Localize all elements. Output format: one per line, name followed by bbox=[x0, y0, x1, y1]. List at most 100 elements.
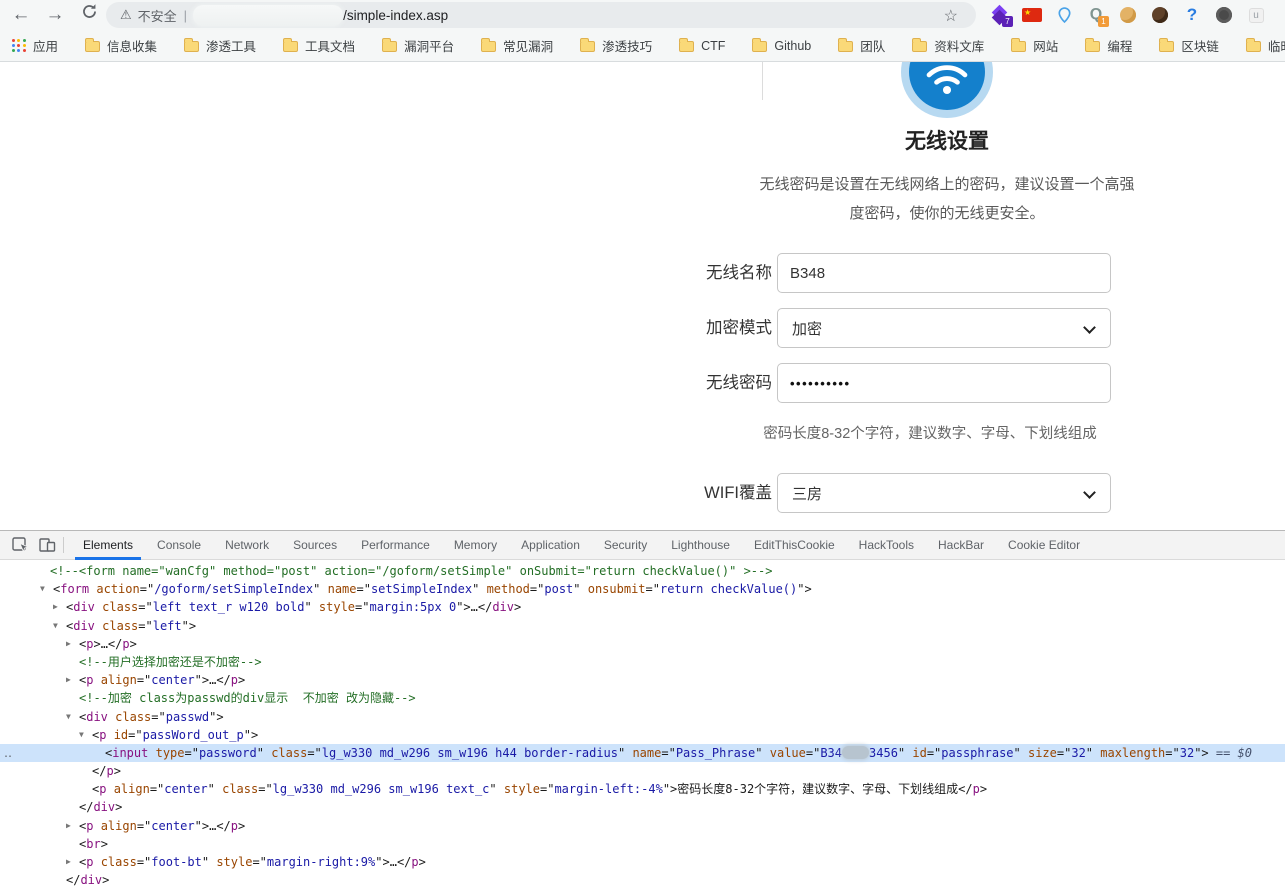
devtools-tab-memory[interactable]: Memory bbox=[442, 531, 509, 560]
bookmark-item[interactable]: 渗透技巧 bbox=[580, 36, 652, 55]
code-line[interactable]: <!--加密 class为passwd的div显示 不加密 改为隐藏--> bbox=[0, 689, 1285, 707]
bookmark-label: 常见漏洞 bbox=[503, 36, 553, 55]
expand-arrow-closed-icon[interactable]: ▶ bbox=[66, 635, 71, 653]
devtools-tab-cookie-editor[interactable]: Cookie Editor bbox=[996, 531, 1092, 560]
code-line[interactable]: <!--用户选择加密还是不加密--> bbox=[0, 653, 1285, 671]
q-extension-icon[interactable]: Q1 bbox=[1086, 4, 1106, 26]
devtools-tab-hackbar[interactable]: HackBar bbox=[926, 531, 996, 560]
inspect-element-icon[interactable] bbox=[8, 533, 34, 557]
devtools-tab-security[interactable]: Security bbox=[592, 531, 659, 560]
devtools-tab-application[interactable]: Application bbox=[509, 531, 592, 560]
device-toolbar-icon[interactable] bbox=[34, 533, 60, 557]
page-title: 无线设置 bbox=[647, 125, 1247, 155]
page-description: 无线密码是设置在无线网络上的密码，建议设置一个高强 度密码，使你的无线更安全。 bbox=[647, 170, 1247, 228]
toolbar-separator bbox=[63, 537, 64, 553]
expand-arrow-closed-icon[interactable]: ▶ bbox=[66, 853, 71, 871]
page-description-line1: 无线密码是设置在无线网络上的密码，建议设置一个高强 bbox=[647, 170, 1247, 199]
extension-badge: 7 bbox=[1002, 16, 1013, 27]
code-line[interactable]: ▶<p align="center">…</p> bbox=[0, 671, 1285, 689]
code-line[interactable]: ▼<p id="passWord_out_p"> bbox=[0, 726, 1285, 744]
bookmark-star-icon[interactable]: ☆ bbox=[944, 6, 958, 26]
encryption-mode-select[interactable]: 加密 bbox=[777, 308, 1111, 348]
devtools-tab-hacktools[interactable]: HackTools bbox=[847, 531, 926, 560]
cookie-light-extension-icon[interactable] bbox=[1118, 4, 1138, 26]
code-line[interactable]: ▼<form action="/goform/setSimpleIndex" n… bbox=[0, 580, 1285, 598]
help-extension-icon[interactable]: ? bbox=[1182, 4, 1202, 26]
bookmark-item[interactable]: 资料文库 bbox=[912, 36, 984, 55]
bookmark-item[interactable]: 临时 bbox=[1246, 36, 1285, 55]
expand-arrow-open-icon[interactable]: ▼ bbox=[40, 580, 45, 598]
wifi-coverage-select[interactable]: 三房 bbox=[777, 473, 1111, 513]
folder-icon bbox=[679, 41, 694, 52]
clipped-extension-icon[interactable] bbox=[1278, 4, 1285, 26]
code-line[interactable]: ▶<p align="center">…</p> bbox=[0, 817, 1285, 835]
ssid-input[interactable] bbox=[777, 253, 1111, 293]
bookmark-item[interactable]: 团队 bbox=[838, 36, 885, 55]
bookmark-item[interactable]: 工具文档 bbox=[283, 36, 355, 55]
folder-icon bbox=[1159, 41, 1174, 52]
bookmark-item[interactable]: 渗透工具 bbox=[184, 36, 256, 55]
code-line[interactable]: ▼<div class="left"> bbox=[0, 617, 1285, 635]
bookmark-label: 工具文档 bbox=[305, 36, 355, 55]
folder-icon bbox=[1011, 41, 1026, 52]
devtools-tab-elements[interactable]: Elements bbox=[71, 531, 145, 560]
bookmark-item[interactable]: 应用 bbox=[12, 36, 58, 55]
bookmark-item[interactable]: 漏洞平台 bbox=[382, 36, 454, 55]
devtools-tab-sources[interactable]: Sources bbox=[281, 531, 349, 560]
bookmark-item[interactable]: Github bbox=[752, 39, 811, 53]
code-line[interactable]: <br> bbox=[0, 835, 1285, 853]
folder-icon bbox=[580, 41, 595, 52]
code-line[interactable]: ▼<div class="passwd"> bbox=[0, 708, 1285, 726]
reload-icon[interactable] bbox=[76, 1, 102, 29]
bookmark-label: 网站 bbox=[1033, 36, 1058, 55]
devtools-tab-network[interactable]: Network bbox=[213, 531, 281, 560]
cookie-dark-extension-icon[interactable] bbox=[1150, 4, 1170, 26]
code-line[interactable]: ▶<p class="foot-bt" style="margin-right:… bbox=[0, 853, 1285, 871]
bookmark-item[interactable]: 信息收集 bbox=[85, 36, 157, 55]
bookmark-item[interactable]: 常见漏洞 bbox=[481, 36, 553, 55]
devtools-tab-lighthouse[interactable]: Lighthouse bbox=[659, 531, 742, 560]
folder-icon bbox=[283, 41, 298, 52]
expand-arrow-closed-icon[interactable]: ▶ bbox=[66, 671, 71, 689]
code-line[interactable]: ▶<div class="left text_r w120 bold" styl… bbox=[0, 598, 1285, 616]
wifi-password-input[interactable] bbox=[777, 363, 1111, 403]
bookmark-item[interactable]: 编程 bbox=[1085, 36, 1132, 55]
bookmark-item[interactable]: CTF bbox=[679, 39, 725, 53]
expand-arrow-open-icon[interactable]: ▼ bbox=[66, 708, 71, 726]
expand-arrow-open-icon[interactable]: ▼ bbox=[53, 617, 58, 635]
security-label: 不安全 bbox=[138, 6, 177, 25]
bookmark-item[interactable]: 区块链 bbox=[1159, 36, 1219, 55]
code-line[interactable]: <p align="center" class="lg_w330 md_w296… bbox=[0, 780, 1285, 798]
back-icon[interactable]: ← bbox=[8, 1, 34, 29]
bookmark-label: 漏洞平台 bbox=[404, 36, 454, 55]
code-line[interactable]: </div> bbox=[0, 871, 1285, 889]
code-line[interactable]: <!--<form name="wanCfg" method="post" ac… bbox=[0, 562, 1285, 580]
location-pin-extension-icon[interactable] bbox=[1054, 4, 1074, 26]
folder-icon bbox=[184, 41, 199, 52]
address-bar[interactable]: ⚠ 不安全 | /simple-index.asp ☆ bbox=[106, 2, 976, 28]
bookmark-item[interactable]: 网站 bbox=[1011, 36, 1058, 55]
devtools-tab-console[interactable]: Console bbox=[145, 531, 213, 560]
purple-diamond-extension-icon[interactable]: 7 bbox=[990, 4, 1010, 26]
forward-icon[interactable]: → bbox=[42, 1, 68, 29]
devtools-tab-editthiscookie[interactable]: EditThisCookie bbox=[742, 531, 847, 560]
folder-icon bbox=[481, 41, 496, 52]
bookmark-label: 临时 bbox=[1268, 36, 1285, 55]
code-line[interactable]: ▶<p>…</p> bbox=[0, 635, 1285, 653]
china-flag-extension-icon[interactable]: ★ bbox=[1022, 4, 1042, 26]
code-line[interactable]: </p> bbox=[0, 762, 1285, 780]
selected-code-line[interactable]: ‥<input type="password" class="lg_w330 m… bbox=[0, 744, 1285, 762]
folder-icon bbox=[1246, 41, 1261, 52]
expand-arrow-closed-icon[interactable]: ▶ bbox=[66, 817, 71, 835]
code-line[interactable]: </div> bbox=[0, 798, 1285, 816]
u-extension-icon[interactable]: u bbox=[1246, 4, 1266, 26]
dark-gear-extension-icon[interactable] bbox=[1214, 4, 1234, 26]
expand-arrow-closed-icon[interactable]: ▶ bbox=[53, 598, 58, 616]
devtools-tabs: ElementsConsoleNetworkSourcesPerformance… bbox=[71, 531, 1092, 560]
extension-badge: 1 bbox=[1098, 16, 1109, 27]
expand-arrow-open-icon[interactable]: ▼ bbox=[79, 726, 84, 744]
devtools-tab-performance[interactable]: Performance bbox=[349, 531, 442, 560]
wifi-coverage-label: WIFI覆盖 bbox=[620, 473, 772, 513]
bookmark-label: 渗透工具 bbox=[206, 36, 256, 55]
folder-icon bbox=[85, 41, 100, 52]
